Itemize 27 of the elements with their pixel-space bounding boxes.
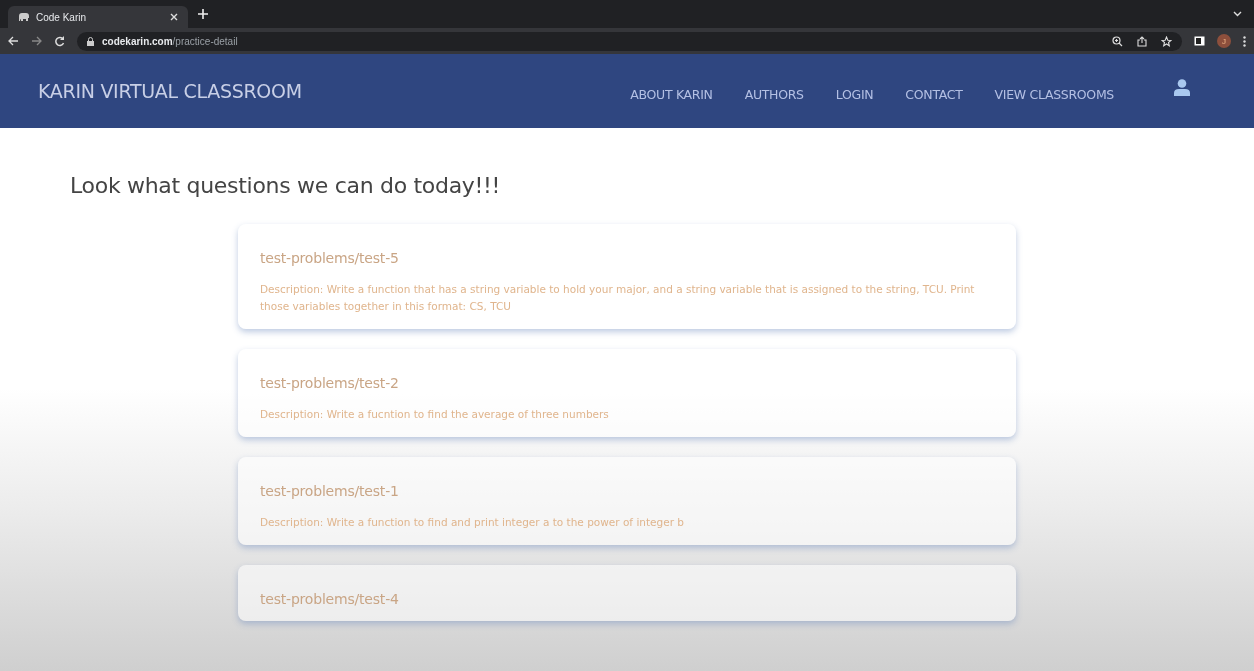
more-icon[interactable] bbox=[1243, 35, 1246, 47]
forward-arrow-icon[interactable] bbox=[31, 36, 42, 46]
nav-link[interactable]: LOGIN bbox=[835, 86, 874, 102]
address-field[interactable]: codekarin.com/practice-detail bbox=[77, 31, 1182, 51]
nav-link[interactable]: CONTACT bbox=[905, 86, 963, 102]
close-icon[interactable] bbox=[170, 13, 178, 21]
new-tab-icon[interactable] bbox=[198, 9, 208, 19]
nav-link[interactable]: AUTHORS bbox=[744, 86, 804, 102]
chevron-down-icon[interactable] bbox=[1233, 11, 1242, 17]
reload-icon[interactable] bbox=[54, 35, 65, 47]
profile-avatar[interactable]: J bbox=[1217, 34, 1231, 48]
lock-icon bbox=[87, 36, 94, 46]
user-icon[interactable] bbox=[1174, 78, 1190, 96]
browser-tab[interactable]: Code Karin bbox=[8, 6, 188, 28]
problem-description: Description: Write a function that has a string variable to hold your major, and a string variable that is assigned to the string, TCU. Print those variables together in this format: CS, TCU bbox=[260, 282, 976, 314]
problem-description: Description: Write a function to find and print integer a to the power of integer b bbox=[260, 515, 685, 530]
star-icon[interactable] bbox=[1161, 35, 1172, 47]
elephant-icon bbox=[18, 12, 30, 22]
back-arrow-icon[interactable] bbox=[8, 36, 19, 46]
page-heading: Look what questions we can do today!!! bbox=[70, 172, 502, 198]
nav-link[interactable]: VIEW CLASSROOMS bbox=[994, 86, 1114, 102]
share-icon[interactable] bbox=[1137, 35, 1147, 47]
sidebar-icon[interactable] bbox=[1194, 36, 1205, 46]
nav-link[interactable]: ABOUT KARIN bbox=[630, 86, 713, 102]
site-title[interactable]: KARIN VIRTUAL CLASSROOM bbox=[38, 80, 302, 102]
zoom-icon[interactable] bbox=[1112, 35, 1123, 47]
problem-description: Description: Write a fucntion to find the average of three numbers bbox=[260, 407, 610, 422]
